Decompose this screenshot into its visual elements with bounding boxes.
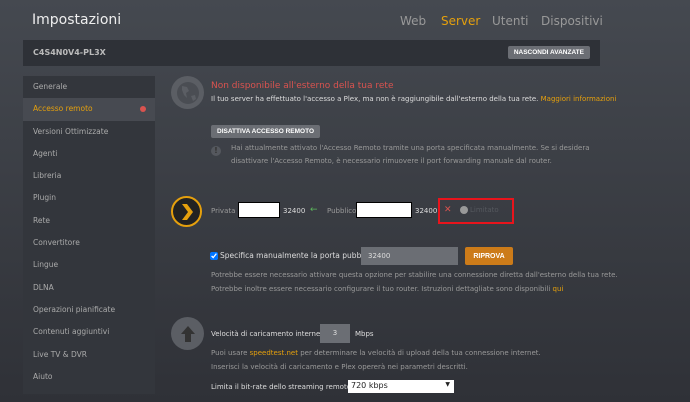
sidebar-item-dlna[interactable]: DLNA (23, 277, 155, 299)
arrow-left-icon: ← (310, 205, 318, 215)
retry-button[interactable]: RIPROVA (465, 247, 513, 265)
globe-small-icon (460, 206, 468, 214)
status-title: Non disponibile all'esterno della tua re… (211, 81, 394, 91)
server-name: C4S4N0V4-PL3X (33, 48, 106, 57)
hide-advanced-button[interactable]: NASCONDI AVANZATE (507, 46, 590, 59)
sidebar-item-rete[interactable]: Rete (23, 210, 155, 232)
error-x-icon: ✕ (444, 205, 452, 215)
globe-icon (171, 76, 204, 109)
tab-server[interactable]: Server (441, 14, 480, 28)
sidebar-item-operazioni-pianificate[interactable]: Operazioni pianificate (23, 299, 155, 321)
sidebar-item-generale[interactable]: Generale (23, 76, 155, 98)
more-info-link[interactable]: Maggiori informazioni (541, 95, 617, 103)
sidebar: Generale Accesso remoto Versioni Ottimizza… (23, 76, 155, 394)
speedtest-link[interactable]: speedtest.net (250, 349, 298, 357)
sidebar-item-lingue[interactable]: Lingue (23, 254, 155, 276)
warning-icon: ! (211, 146, 221, 156)
sidebar-item-accesso-remoto[interactable]: Accesso remoto (23, 98, 155, 121)
tab-utenti[interactable]: Utenti (492, 14, 529, 28)
sidebar-item-plugin[interactable]: Plugin (23, 187, 155, 209)
upload-help-1a: Puoi usare (211, 349, 248, 357)
note-line-1: Hai attualmente attivato l'Accesso Remot… (231, 144, 590, 152)
sidebar-item-label: Live TV & DVR (33, 349, 88, 359)
bitrate-limit-value: 720 kbps (351, 381, 388, 390)
sidebar-item-label: Aiuto (33, 371, 53, 381)
sidebar-item-agenti[interactable]: Agenti (23, 143, 155, 165)
sidebar-item-label: Operazioni pianificate (33, 304, 116, 314)
instructions-link[interactable]: qui (553, 285, 564, 293)
public-port: 32400 (415, 207, 438, 215)
dropdown-arrow-icon: ▼ (445, 381, 450, 388)
upload-help-2: Inserisci la velocità di caricamento e P… (211, 363, 468, 371)
bitrate-limit-select[interactable]: 720 kbps ▼ (348, 380, 454, 393)
page-title: Impostazioni (32, 12, 122, 28)
sidebar-item-versioni-ottimizzate[interactable]: Versioni Ottimizzate (23, 121, 155, 143)
upload-speed-input[interactable]: 3 (320, 324, 350, 343)
sidebar-item-label: Lingue (33, 260, 59, 270)
public-label: Pubblico (327, 207, 357, 215)
sidebar-item-label: Agenti (33, 148, 58, 158)
upload-unit: Mbps (355, 330, 374, 338)
sidebar-item-label: Convertitore (33, 238, 80, 248)
plex-logo-icon (171, 196, 202, 227)
sidebar-item-label: Libreria (33, 171, 62, 181)
sidebar-item-convertitore[interactable]: Convertitore (23, 232, 155, 254)
manual-port-label: Specifica manualmente la porta pubblica (220, 251, 375, 260)
upload-help-1b: per determinare la velocità di upload de… (300, 349, 541, 357)
port-help-1: Potrebbe essere necessario attivare ques… (211, 271, 618, 279)
upload-arrow-icon (171, 317, 204, 350)
sidebar-item-label: Rete (33, 215, 51, 225)
disable-remote-access-button[interactable]: DISATTIVA ACCESSO REMOTO (211, 125, 321, 138)
connection-status: Limitato (470, 206, 499, 214)
port-help-2: Potrebbe inoltre essere necessario confi… (211, 285, 551, 293)
private-label: Privata (211, 207, 236, 215)
sidebar-item-aiuto[interactable]: Aiuto (23, 366, 155, 388)
alert-badge-icon (140, 106, 146, 113)
public-port-input[interactable]: 32400 (361, 247, 458, 265)
upload-speed-label: Velocità di caricamento internet (211, 330, 324, 338)
public-ip-redacted (356, 202, 412, 218)
sidebar-item-label: Generale (33, 82, 68, 91)
status-desc: Il tuo server ha effettuato l'accesso a … (211, 95, 539, 103)
server-bar: C4S4N0V4-PL3X NASCONDI AVANZATE (23, 40, 600, 66)
sidebar-item-libreria[interactable]: Libreria (23, 165, 155, 187)
tab-web[interactable]: Web (400, 14, 426, 28)
sidebar-item-contenuti-aggiuntivi[interactable]: Contenuti aggiuntivi (23, 321, 155, 343)
tab-dispositivi[interactable]: Dispositivi (541, 14, 603, 28)
note-line-2: disattivare l'Accesso Remoto, è necessar… (231, 157, 552, 165)
bitrate-limit-label: Limita il bit-rate dello streaming remot… (211, 383, 351, 391)
private-ip-redacted (238, 202, 280, 218)
sidebar-item-label: Contenuti aggiuntivi (33, 327, 110, 337)
sidebar-item-label: DLNA (33, 282, 54, 292)
sidebar-item-label: Plugin (33, 193, 56, 203)
sidebar-item-live-tv-dvr[interactable]: Live TV & DVR (23, 344, 155, 366)
manual-port-checkbox[interactable] (210, 252, 218, 260)
sidebar-item-label: Versioni Ottimizzate (33, 126, 109, 136)
sidebar-item-label: Accesso remoto (33, 104, 93, 114)
private-port: 32400 (283, 207, 306, 215)
